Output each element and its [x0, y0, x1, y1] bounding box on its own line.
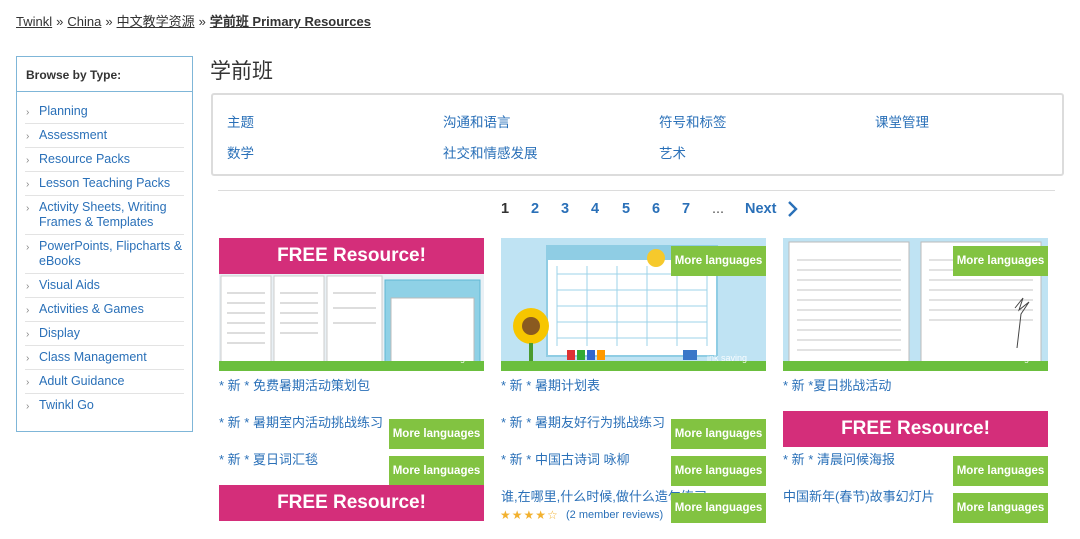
page-7[interactable]: 7: [682, 201, 690, 217]
sidebar-item-label: Planning: [39, 104, 88, 118]
sidebar-item-label: Display: [39, 326, 80, 340]
chevron-right-icon: ›: [26, 179, 30, 190]
page-6[interactable]: 6: [652, 201, 660, 217]
resource-link[interactable]: * 新 * 暑期友好行为挑战练习: [501, 412, 665, 431]
chevron-right-icon: ›: [26, 377, 30, 388]
chevron-right-icon: ›: [26, 242, 30, 253]
page-2[interactable]: 2: [531, 201, 539, 217]
page-3[interactable]: 3: [561, 201, 569, 217]
free-resource-banner: FREE Resource!: [219, 238, 484, 274]
chevron-right-icon: ›: [26, 281, 30, 292]
resource-link[interactable]: * 新 * 暑期室内活动挑战练习: [219, 412, 383, 431]
page-title: 学前班: [210, 60, 273, 83]
sidebar-item-label: Visual Aids: [39, 278, 100, 292]
more-languages-button[interactable]: More languages: [671, 419, 766, 449]
sidebar-item-lesson-teaching-packs[interactable]: › Lesson Teaching Packs: [25, 172, 184, 196]
rating-stars: ★★★★☆: [500, 508, 559, 522]
sidebar-item-planning[interactable]: › Planning: [25, 100, 184, 124]
chevron-right-icon: ›: [26, 401, 30, 412]
topic-link-social-emotional[interactable]: 社交和情感发展: [443, 142, 538, 162]
sidebar-item-label: Assessment: [39, 128, 108, 142]
resource-link[interactable]: * 新 * 清晨问候海报: [783, 449, 895, 468]
breadcrumb-link-china[interactable]: China: [67, 14, 101, 29]
sidebar-item-powerpoints[interactable]: › PowerPoints, Flipcharts & eBooks: [25, 235, 184, 274]
resource-link[interactable]: * 新 * 中国古诗词 咏柳: [501, 449, 630, 468]
chevron-right-icon[interactable]: [786, 200, 798, 218]
sidebar-item-label: Class Management: [39, 350, 147, 364]
topic-link-theme[interactable]: 主题: [227, 111, 254, 131]
topic-link-signs-labels[interactable]: 符号和标签: [659, 111, 727, 131]
divider: [218, 190, 1055, 191]
ink-saving-label: ink saving: [989, 353, 1030, 363]
resource-card-summer-planner[interactable]: More languages ink saving: [501, 238, 766, 371]
topic-link-arts[interactable]: 艺术: [659, 142, 686, 162]
breadcrumb-separator: »: [105, 14, 113, 29]
sidebar-item-activity-sheets[interactable]: › Activity Sheets, Writing Frames & Templ…: [25, 196, 184, 235]
sidebar-item-adult-guidance[interactable]: › Adult Guidance: [25, 370, 184, 394]
page-5[interactable]: 5: [622, 201, 630, 217]
sidebar-item-assessment[interactable]: › Assessment: [25, 124, 184, 148]
next-page-link[interactable]: Next: [745, 201, 776, 217]
sidebar-item-resource-packs[interactable]: › Resource Packs: [25, 148, 184, 172]
more-languages-button[interactable]: More languages: [953, 246, 1048, 276]
resource-card-summer-challenge[interactable]: More languages ink saving: [783, 238, 1048, 371]
chevron-right-icon: ›: [26, 305, 30, 316]
topic-link-class-management[interactable]: 课堂管理: [875, 111, 929, 131]
sidebar-list: › Planning › Assessment › Resource Packs › L…: [25, 100, 184, 417]
more-languages-button[interactable]: More languages: [671, 493, 766, 523]
more-languages-button[interactable]: More languages: [671, 456, 766, 486]
more-languages-button[interactable]: More languages: [953, 456, 1048, 486]
pagination-ellipsis: ...: [712, 201, 725, 217]
browse-by-type-sidebar: Browse by Type: › Planning › Assessment › R…: [16, 56, 193, 432]
resource-link[interactable]: * 新 * 免费暑期活动策划包: [219, 375, 370, 394]
more-languages-button[interactable]: More languages: [953, 493, 1048, 523]
resource-card-summer-activity-pack[interactable]: FREE Resource! ink saving: [219, 238, 484, 371]
sidebar-item-display[interactable]: › Display: [25, 322, 184, 346]
breadcrumb-separator: »: [198, 14, 206, 29]
chevron-right-icon: ›: [26, 107, 30, 118]
sidebar-title: Browse by Type:: [17, 57, 192, 92]
sidebar-item-label: Lesson Teaching Packs: [39, 176, 171, 190]
resource-link[interactable]: * 新 * 暑期计划表: [501, 375, 600, 394]
chevron-right-icon: ›: [26, 131, 30, 142]
chevron-right-icon: ›: [26, 329, 30, 340]
sidebar-item-visual-aids[interactable]: › Visual Aids: [25, 274, 184, 298]
topic-link-maths[interactable]: 数学: [227, 142, 254, 162]
more-languages-button[interactable]: More languages: [389, 456, 484, 486]
free-resource-banner: FREE Resource!: [219, 485, 484, 521]
member-reviews-link[interactable]: (2 member reviews): [566, 509, 663, 521]
sidebar-item-twinkl-go[interactable]: › Twinkl Go: [25, 394, 184, 417]
free-resource-banner: FREE Resource!: [783, 411, 1048, 447]
resource-link[interactable]: * 新 * 夏日词汇毯: [219, 449, 318, 468]
topic-link-communication-language[interactable]: 沟通和语言: [443, 111, 511, 131]
sidebar-item-activities-games[interactable]: › Activities & Games: [25, 298, 184, 322]
sidebar-item-label: Resource Packs: [39, 152, 131, 166]
sidebar-item-class-management[interactable]: › Class Management: [25, 346, 184, 370]
breadcrumb-current[interactable]: 学前班 Primary Resources: [210, 14, 371, 29]
chevron-right-icon: ›: [26, 155, 30, 166]
topic-filter-box: 主题 沟通和语言 符号和标签 课堂管理 数学 社交和情感发展 艺术: [211, 93, 1064, 176]
page-4[interactable]: 4: [591, 201, 599, 217]
page-1[interactable]: 1: [501, 201, 509, 217]
breadcrumb: Twinkl» China» 中文教学资源» 学前班 Primary Resource…: [16, 11, 371, 30]
chevron-right-icon: ›: [26, 203, 30, 214]
sidebar-item-label: PowerPoints, Flipcharts & eBooks: [39, 239, 183, 268]
sidebar-item-label: Activities & Games: [39, 302, 144, 316]
more-languages-button[interactable]: More languages: [389, 419, 484, 449]
breadcrumb-separator: »: [56, 14, 64, 29]
breadcrumb-link-twinkl[interactable]: Twinkl: [16, 14, 52, 29]
chevron-right-icon: ›: [26, 353, 30, 364]
resource-link[interactable]: 中国新年(春节)故事幻灯片: [783, 486, 935, 505]
breadcrumb-link-chinese-resources[interactable]: 中文教学资源: [117, 14, 195, 29]
sidebar-item-label: Activity Sheets, Writing Frames & Templa…: [39, 200, 167, 229]
resource-link[interactable]: * 新 *夏日挑战活动: [783, 375, 891, 394]
ink-saving-label: ink saving: [707, 353, 748, 363]
page: Twinkl» China» 中文教学资源» 学前班 Primary Resource…: [0, 0, 1080, 539]
ink-saving-label: ink saving: [425, 353, 466, 363]
more-languages-button[interactable]: More languages: [671, 246, 766, 276]
sidebar-item-label: Twinkl Go: [39, 398, 94, 412]
sidebar-item-label: Adult Guidance: [39, 374, 125, 388]
